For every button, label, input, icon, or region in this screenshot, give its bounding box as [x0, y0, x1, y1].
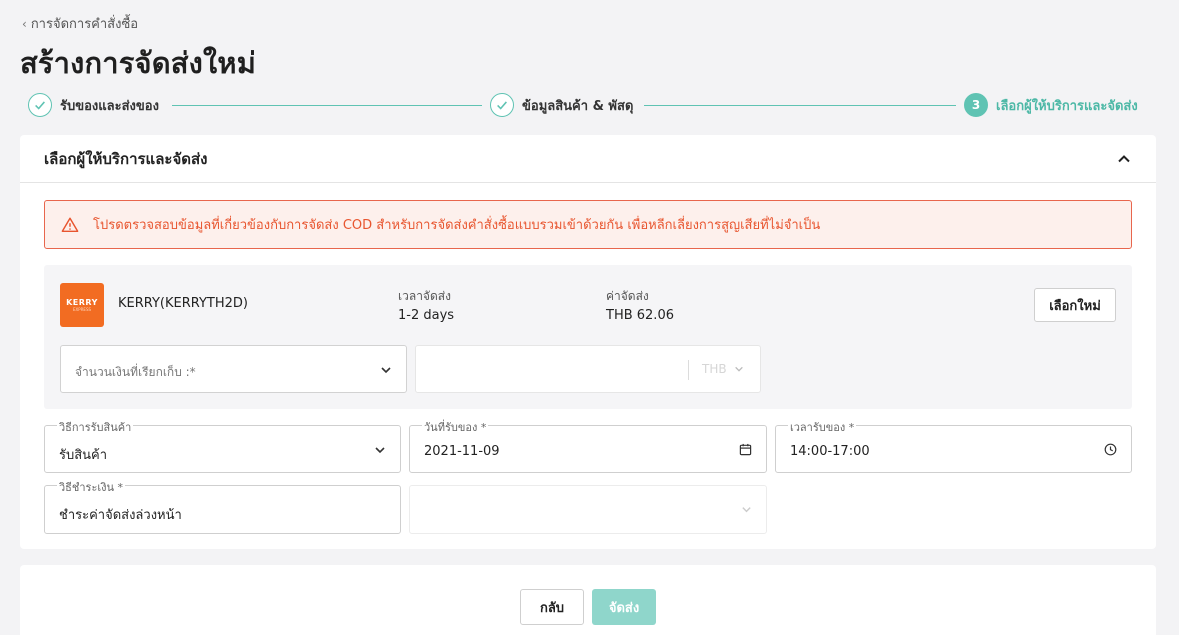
chevron-up-icon[interactable] [1116, 151, 1132, 167]
step-1: รับของและส่งของ [28, 93, 159, 117]
step-connector [644, 105, 956, 106]
back-button[interactable]: กลับ [520, 589, 584, 625]
pickup-date-field[interactable]: วันที่รับของ * 2021-11-09 [409, 418, 767, 473]
check-icon [490, 93, 514, 117]
cod-warning-alert: โปรดตรวจสอบข้อมูลที่เกี่ยวข้องกับการจัดส… [44, 200, 1132, 249]
kerry-logo: KERRY EXPRESS [60, 283, 104, 327]
delivery-time-value: 1-2 days [398, 308, 455, 323]
payment-method-value: ชำระค่าจัดส่งล่วงหน้า [59, 508, 182, 523]
step-3: 3 เลือกผู้ให้บริการและจัดส่ง [964, 93, 1138, 117]
chevron-down-icon [735, 366, 743, 372]
card-header: เลือกผู้ให้บริการและจัดส่ง [20, 135, 1156, 183]
alert-text: โปรดตรวจสอบข้อมูลที่เกี่ยวข้องกับการจัดส… [93, 218, 821, 233]
page-title: สร้างการจัดส่งใหม่ [20, 46, 257, 80]
pickup-method-label: วิธีการรับสินค้า [57, 418, 134, 436]
step-2-label: ข้อมูลสินค้า & พัสดุ [522, 98, 634, 114]
pickup-time-label: เวลารับของ * [788, 418, 857, 436]
step-3-number: 3 [964, 93, 988, 117]
chevron-down-icon [381, 367, 391, 374]
breadcrumb[interactable]: ‹ การจัดการคำสั่งซื้อ [22, 13, 138, 34]
courier-option: KERRY EXPRESS KERRY(KERRYTH2D) เวลาจัดส่… [44, 265, 1132, 409]
payment-method-label: วิธีชำระเงิน * [57, 478, 125, 496]
warning-icon [61, 217, 79, 232]
payment-method-field[interactable]: วิธีชำระเงิน * ชำระค่าจัดส่งล่วงหน้า [44, 478, 401, 534]
step-1-label: รับของและส่งของ [60, 98, 159, 114]
logo-subtext: EXPRESS [72, 307, 92, 312]
clock-icon[interactable] [1104, 443, 1117, 456]
check-icon [28, 93, 52, 117]
carrier-card: เลือกผู้ให้บริการและจัดส่ง โปรดตรวจสอบข้… [20, 135, 1156, 549]
ship-button[interactable]: จัดส่ง [592, 589, 656, 625]
stepper: รับของและส่งของ ข้อมูลสินค้า & พัสดุ 3 เ… [28, 93, 1150, 119]
delivery-time-label: เวลาจัดส่ง [398, 289, 451, 303]
currency-select[interactable]: THB [702, 362, 727, 376]
step-connector [172, 105, 482, 106]
divider [688, 360, 689, 380]
disabled-select [409, 485, 767, 534]
cod-amount-placeholder: จำนวนเงินที่เรียกเก็บ :* [75, 365, 196, 379]
footer-actions: กลับ จัดส่ง [20, 565, 1156, 635]
pickup-method-value: รับสินค้า [59, 448, 108, 463]
chevron-down-icon [375, 447, 385, 454]
chevron-left-icon: ‹ [22, 16, 27, 31]
pickup-method-select[interactable]: วิธีการรับสินค้า รับสินค้า [44, 418, 401, 473]
pickup-time-value: 14:00-17:00 [790, 444, 870, 459]
pickup-time-field[interactable]: เวลารับของ * 14:00-17:00 [775, 418, 1132, 473]
shipping-fee-value: THB 62.06 [606, 308, 674, 323]
breadcrumb-label: การจัดการคำสั่งซื้อ [30, 17, 139, 32]
pickup-date-value: 2021-11-09 [424, 444, 500, 459]
step-3-label: เลือกผู้ให้บริการและจัดส่ง [996, 98, 1138, 114]
pickup-date-label: วันที่รับของ * [422, 418, 489, 436]
cod-amount-input[interactable]: THB [415, 345, 761, 393]
calendar-icon[interactable] [739, 443, 752, 456]
shipping-fee-label: ค่าจัดส่ง [606, 289, 649, 303]
logo-text: KERRY [66, 298, 98, 307]
step-2: ข้อมูลสินค้า & พัสดุ [490, 93, 633, 117]
courier-name: KERRY(KERRYTH2D) [118, 296, 248, 311]
reselect-button[interactable]: เลือกใหม่ [1034, 288, 1116, 322]
chevron-down-icon [742, 507, 751, 513]
section-title: เลือกผู้ให้บริการและจัดส่ง [44, 149, 208, 168]
cod-amount-select[interactable]: จำนวนเงินที่เรียกเก็บ :* [60, 345, 407, 393]
